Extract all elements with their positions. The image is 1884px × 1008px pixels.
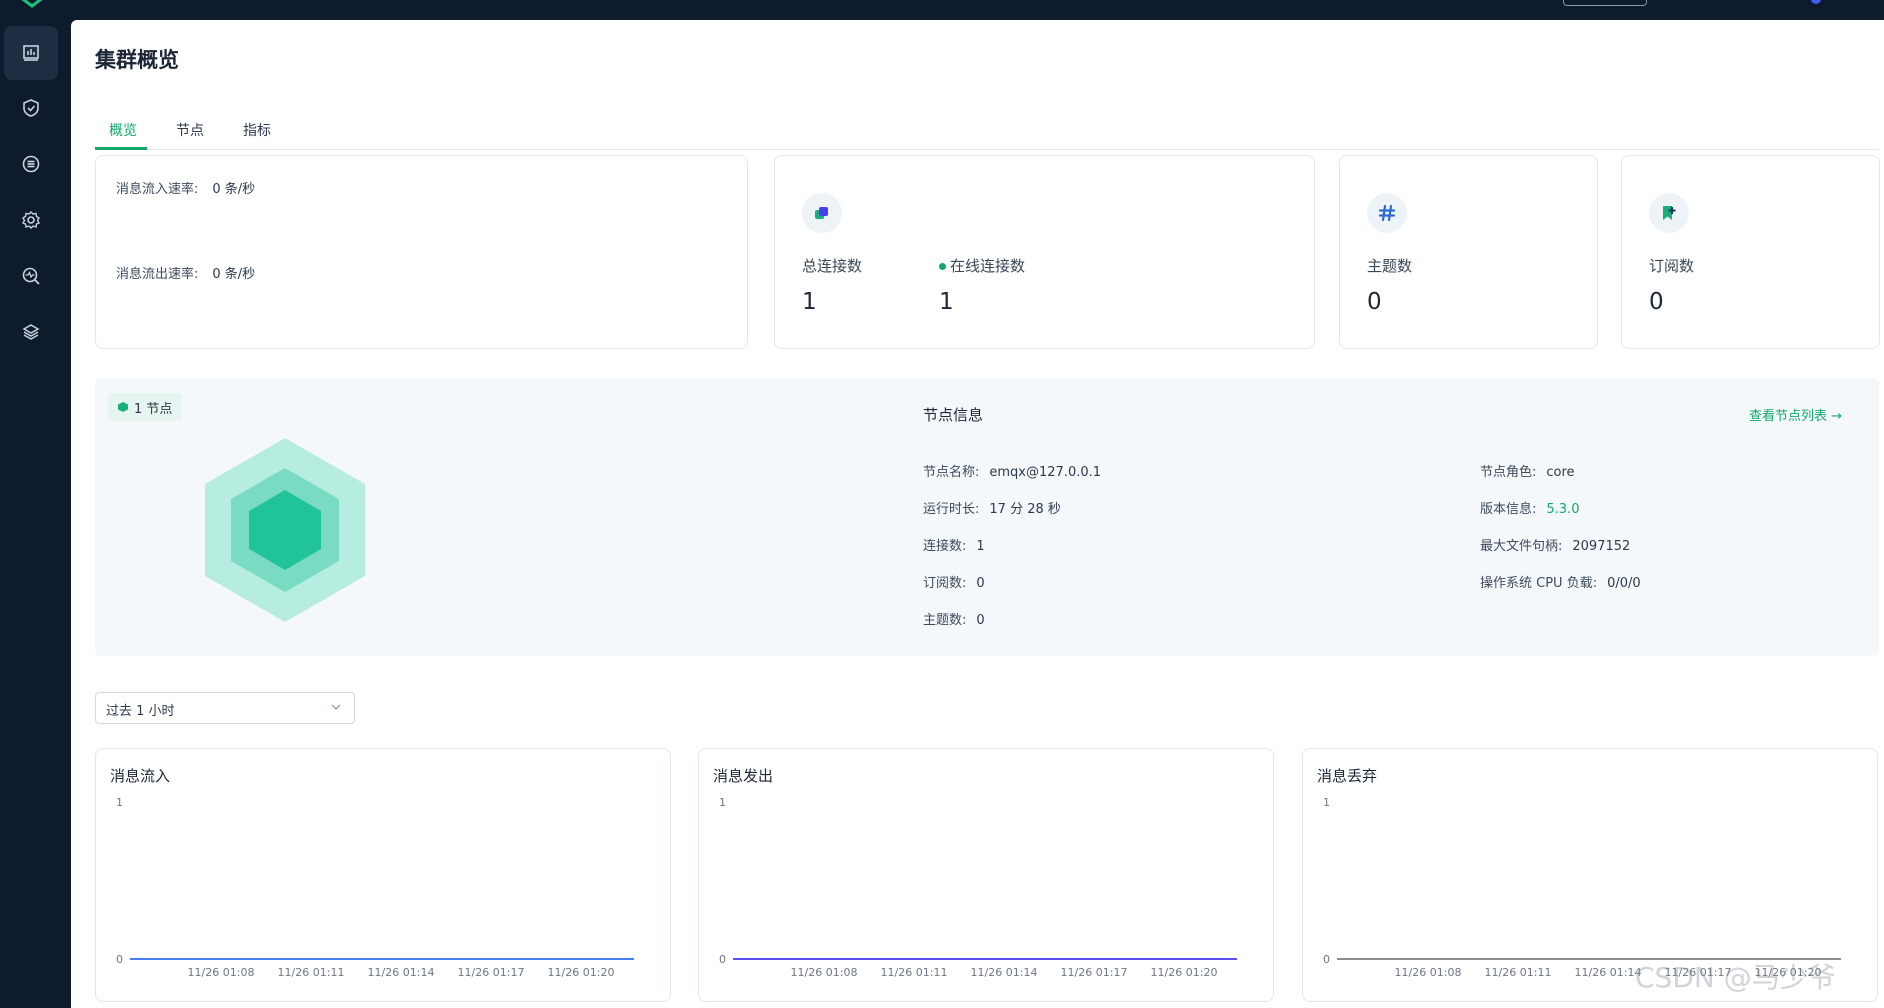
x-tick-label: 11/26 01:08 [791, 966, 858, 979]
subscriptions-value: 0 [1649, 289, 1664, 315]
layers-icon [22, 324, 40, 340]
hash-icon [1367, 193, 1407, 233]
topics-card: 主题数 0 [1339, 155, 1598, 349]
active-tab-indicator [95, 147, 147, 150]
bookmark-plus-icon [1649, 193, 1689, 233]
x-tick-label: 11/26 01:20 [548, 966, 615, 979]
connections-card: 总连接数 1 在线连接数 1 [774, 155, 1315, 349]
subscriptions-card: 订阅数 0 [1621, 155, 1880, 349]
chevron-down-icon [331, 704, 341, 710]
node-subscriptions-row: 订阅数: 0 [923, 576, 985, 591]
node-uptime-row: 运行时长: 17 分 28 秒 [923, 502, 1061, 517]
tab-nodes[interactable]: 节点 [176, 120, 204, 140]
x-tick-label: 11/26 01:20 [1151, 966, 1218, 979]
chart-plot: 0 1 11/26 01:08 11/26 01:11 11/26 01:14 11/26… [116, 796, 634, 979]
online-connections-value: 1 [939, 289, 954, 315]
top-bar [71, 0, 1884, 20]
dashboard-icon [23, 45, 39, 61]
x-tick-label: 11/26 01:14 [1575, 966, 1642, 979]
node-count-badge: 1 节点 [108, 393, 183, 421]
user-avatar[interactable] [1811, 0, 1821, 4]
subscriptions-label: 订阅数 [1649, 257, 1695, 275]
x-tick-label: 11/26 01:17 [458, 966, 525, 979]
node-connections-row: 连接数: 1 [923, 539, 985, 554]
x-tick-label: 11/26 01:11 [881, 966, 948, 979]
x-tick-label: 11/26 01:08 [188, 966, 255, 979]
node-cpu-load-row: 操作系统 CPU 负载: 0/0/0 [1480, 576, 1641, 591]
top-bar-button[interactable] [1563, 0, 1647, 6]
x-tick-label: 11/26 01:11 [278, 966, 345, 979]
node-hexagon-graphic [205, 438, 365, 622]
x-tick-label: 11/26 01:11 [1485, 966, 1552, 979]
diagnose-icon [22, 267, 40, 285]
nav-access-control[interactable] [4, 81, 58, 135]
inbound-rate: 消息流入速率: 0 条/秒 [116, 178, 255, 197]
tab-bar: 概览 节点 指标 [95, 98, 1879, 150]
y-tick-label: 1 [719, 796, 726, 809]
y-tick-label: 0 [719, 953, 726, 966]
connections-icon [802, 193, 842, 233]
outbound-rate: 消息流出速率: 0 条/秒 [116, 263, 255, 282]
nav-management[interactable] [4, 193, 58, 247]
page-title: 集群概览 [95, 48, 179, 72]
x-tick-label: 11/26 01:14 [368, 966, 435, 979]
nav-extensions[interactable] [4, 305, 58, 359]
shield-icon [23, 99, 39, 117]
list-circle-icon [22, 155, 40, 173]
main-content: 集群概览 概览 节点 指标 消息流入速率: 0 条/秒 消息流出速率: 0 条/秒 … [71, 20, 1884, 1008]
total-connections-label: 总连接数 [802, 257, 863, 275]
view-node-list-link[interactable]: 查看节点列表 → [1749, 405, 1842, 424]
tab-overview[interactable]: 概览 [109, 120, 137, 140]
nav-diagnose[interactable] [4, 249, 58, 303]
node-version-row: 版本信息: 5.3.0 [1480, 502, 1580, 517]
y-tick-label: 1 [1323, 796, 1330, 809]
node-name-row: 节点名称: emqx@127.0.0.1 [923, 465, 1102, 480]
total-connections-value: 1 [802, 289, 817, 315]
outbound-rate-label: 消息流出速率: [116, 267, 199, 282]
sidebar [0, 0, 71, 1008]
node-max-fds-row: 最大文件句柄: 2097152 [1480, 539, 1631, 554]
topics-value: 0 [1367, 289, 1382, 315]
node-count-label: 1 节点 [134, 401, 173, 417]
chart-plot: 0 1 11/26 01:08 11/26 01:11 11/26 01:14 11/26… [719, 796, 1237, 979]
node-topics-row: 主题数: 0 [923, 613, 985, 628]
emqx-logo [21, 0, 43, 8]
topics-label: 主题数 [1367, 257, 1413, 275]
time-range-value: 过去 1 小时 [106, 704, 175, 719]
node-info-title: 节点信息 [923, 406, 984, 424]
y-tick-label: 0 [116, 953, 123, 966]
nav-integration[interactable] [4, 137, 58, 191]
chart-messages-out: 消息发出 0 1 11/26 01:08 11/26 01:11 11/26 01:14… [698, 748, 1274, 1002]
inbound-rate-label: 消息流入速率: [116, 182, 199, 197]
chart-messages-in: 消息流入 0 1 11/26 01:08 11/26 01:11 11/26 01:14… [95, 748, 671, 1002]
online-connections-label: 在线连接数 [939, 255, 1025, 276]
gear-icon [21, 211, 41, 229]
time-range-select[interactable]: 过去 1 小时 [95, 692, 355, 724]
x-tick-label: 11/26 01:17 [1061, 966, 1128, 979]
node-panel: 1 节点 节点信息 查看节点列表 → 节点名称: emqx@127.0.0.1 运… [95, 378, 1879, 656]
nav-dashboard[interactable] [4, 26, 58, 80]
y-tick-label: 0 [1323, 953, 1330, 966]
message-rate-card: 消息流入速率: 0 条/秒 消息流出速率: 0 条/秒 [95, 155, 748, 349]
node-hex-icon [118, 402, 128, 412]
x-tick-label: 11/26 01:08 [1395, 966, 1462, 979]
inbound-rate-value: 0 条/秒 [212, 182, 256, 197]
outbound-rate-value: 0 条/秒 [212, 267, 256, 282]
x-tick-label: 11/26 01:14 [971, 966, 1038, 979]
y-tick-label: 1 [116, 796, 123, 809]
online-status-dot [939, 263, 946, 270]
watermark: CSDN @马少爷 [1635, 961, 1836, 994]
node-role-row: 节点角色: core [1480, 465, 1575, 480]
tab-metrics[interactable]: 指标 [243, 120, 271, 140]
